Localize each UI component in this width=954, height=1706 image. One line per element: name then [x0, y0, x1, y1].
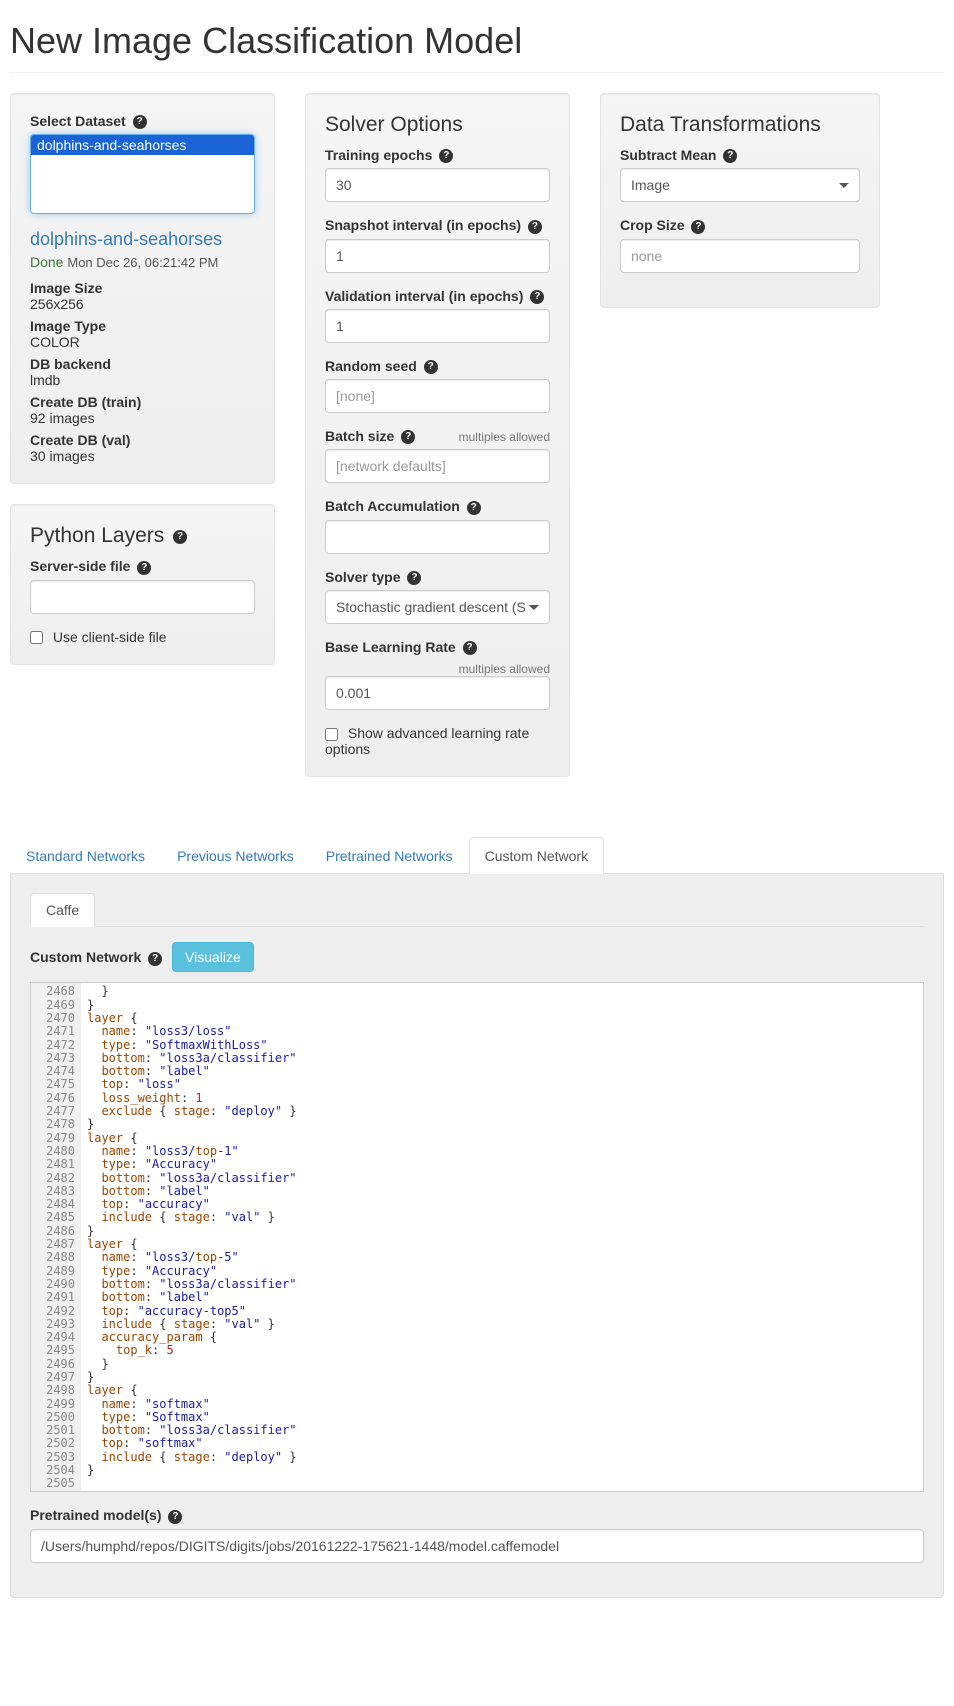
validation-label: Validation interval (in epochs) ?	[325, 288, 544, 304]
pretrained-models-input[interactable]	[30, 1529, 924, 1563]
lr-label: Base Learning Rate ?	[325, 639, 477, 655]
advanced-lr-label[interactable]: Show advanced learning rate options	[325, 725, 529, 757]
client-file-checkbox[interactable]	[30, 631, 43, 644]
crop-size-input[interactable]	[620, 239, 860, 273]
dataset-listbox[interactable]: dolphins-and-seahorses	[30, 134, 255, 214]
help-icon[interactable]: ?	[168, 1510, 182, 1524]
select-dataset-panel: Select Dataset ? dolphins-and-seahorses …	[10, 93, 275, 484]
snapshot-label: Snapshot interval (in epochs) ?	[325, 217, 542, 233]
help-icon[interactable]: ?	[148, 952, 162, 966]
help-icon[interactable]: ?	[173, 530, 187, 544]
dataset-status: Done	[30, 254, 63, 270]
seed-input[interactable]	[325, 379, 550, 413]
solver-type-select[interactable]: Stochastic gradient descent (SGD)	[325, 590, 550, 624]
lr-input[interactable]	[325, 676, 550, 710]
snapshot-input[interactable]	[325, 239, 550, 273]
crop-size-label: Crop Size ?	[620, 217, 705, 233]
dataset-list-item[interactable]: dolphins-and-seahorses	[31, 135, 254, 155]
seed-label: Random seed ?	[325, 358, 438, 374]
lr-note: multiples allowed	[459, 662, 550, 676]
framework-tabs: Caffe	[30, 893, 924, 927]
python-layers-title: Python Layers ?	[30, 524, 255, 548]
client-file-checkbox-label[interactable]: Use client-side file	[30, 629, 167, 645]
visualize-button[interactable]: Visualize	[172, 942, 254, 972]
help-icon[interactable]: ?	[691, 220, 705, 234]
epochs-label: Training epochs ?	[325, 147, 453, 163]
network-tabs: Standard Networks Previous Networks Pret…	[10, 837, 944, 874]
tab-previous-networks[interactable]: Previous Networks	[161, 837, 310, 874]
title-divider	[10, 72, 944, 73]
help-icon[interactable]: ?	[137, 561, 151, 575]
batch-label: Batch size ?	[325, 428, 415, 444]
solver-type-label: Solver type ?	[325, 569, 421, 585]
accum-input[interactable]	[325, 520, 550, 554]
custom-network-editor[interactable]: 2468 2469 2470 2471 2472 2473 2474 2475 …	[30, 982, 924, 1492]
python-layers-panel: Python Layers ? Server-side file ? Use c…	[10, 504, 275, 664]
help-icon[interactable]: ?	[407, 571, 421, 585]
transforms-title: Data Transformations	[620, 113, 860, 137]
help-icon[interactable]: ?	[133, 115, 147, 129]
subtract-mean-select[interactable]: Image	[620, 168, 860, 202]
batch-input[interactable]	[325, 449, 550, 483]
dataset-link[interactable]: dolphins-and-seahorses	[30, 229, 255, 250]
custom-network-pane: Caffe Custom Network ? Visualize 2468 24…	[10, 874, 944, 1597]
page-title: New Image Classification Model	[10, 20, 944, 62]
epochs-input[interactable]	[325, 168, 550, 202]
help-icon[interactable]: ?	[530, 290, 544, 304]
custom-network-label: Custom Network ?	[30, 949, 166, 965]
accum-label: Batch Accumulation ?	[325, 498, 481, 514]
help-icon[interactable]: ?	[528, 220, 542, 234]
tab-custom-network[interactable]: Custom Network	[469, 837, 604, 874]
tab-pretrained-networks[interactable]: Pretrained Networks	[310, 837, 469, 874]
dataset-properties: Image Size256x256 Image TypeCOLOR DB bac…	[30, 280, 255, 464]
select-dataset-label: Select Dataset ?	[30, 113, 147, 129]
server-file-label: Server-side file ?	[30, 558, 151, 574]
subtract-mean-label: Subtract Mean ?	[620, 147, 737, 163]
batch-note: multiples allowed	[459, 430, 550, 444]
help-icon[interactable]: ?	[424, 360, 438, 374]
help-icon[interactable]: ?	[467, 501, 481, 515]
pretrained-models-label: Pretrained model(s) ?	[30, 1507, 182, 1523]
tab-caffe[interactable]: Caffe	[30, 893, 95, 927]
server-file-input[interactable]	[30, 580, 255, 614]
dataset-status-time: Mon Dec 26, 06:21:42 PM	[67, 255, 218, 270]
tab-standard-networks[interactable]: Standard Networks	[10, 837, 161, 874]
help-icon[interactable]: ?	[723, 149, 737, 163]
help-icon[interactable]: ?	[463, 641, 477, 655]
solver-options-panel: Solver Options Training epochs ? Snapsho…	[305, 93, 570, 777]
validation-input[interactable]	[325, 309, 550, 343]
data-transformations-panel: Data Transformations Subtract Mean ? Ima…	[600, 93, 880, 308]
advanced-lr-checkbox[interactable]	[325, 728, 338, 741]
help-icon[interactable]: ?	[439, 149, 453, 163]
help-icon[interactable]: ?	[401, 430, 415, 444]
solver-title: Solver Options	[325, 113, 550, 137]
